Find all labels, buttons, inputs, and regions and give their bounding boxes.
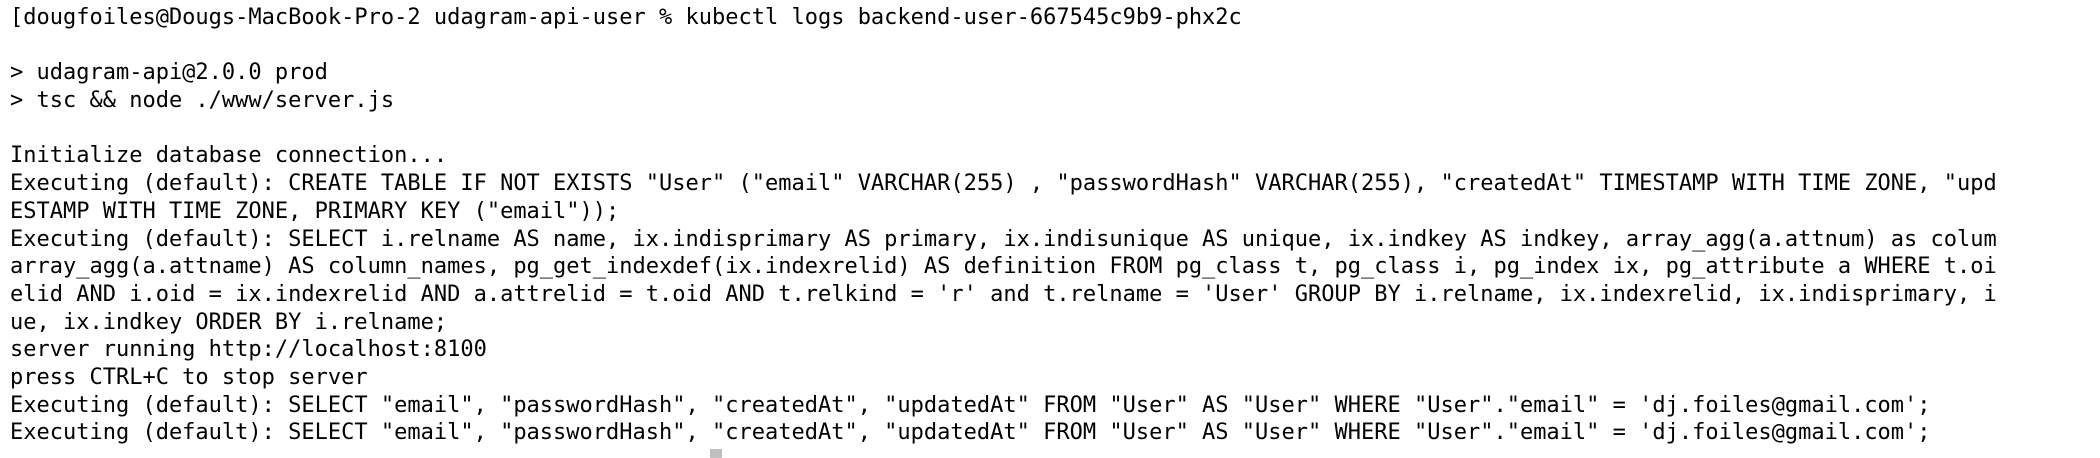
text-cursor [710, 449, 722, 458]
output-line: > tsc && node ./www/server.js [10, 88, 395, 114]
output-line: server running http://localhost:8100 [10, 337, 487, 363]
cursor-line [10, 447, 2100, 458]
output-line: > udagram-api@2.0.0 prod [10, 60, 328, 86]
output-line: Executing (default): SELECT "email", "pa… [10, 420, 1931, 446]
output-line: press CTRL+C to stop server [10, 364, 368, 390]
output-line: Executing (default): CREATE TABLE IF NOT… [10, 171, 1997, 197]
output-line: ESTAMP WITH TIME ZONE, PRIMARY KEY ("ema… [10, 198, 620, 224]
output-line: ue, ix.indkey ORDER BY i.relname; [10, 309, 448, 335]
output-line: elid AND i.oid = ix.indexrelid AND a.att… [10, 281, 1997, 307]
output-line: Executing (default): SELECT "email", "pa… [10, 392, 1931, 418]
prompt-command-line: [dougfoiles@Dougs-MacBook-Pro-2 udagram-… [10, 5, 1242, 30]
output-line: Executing (default): SELECT i.relname AS… [10, 226, 1997, 252]
terminal-window[interactable]: [dougfoiles@Dougs-MacBook-Pro-2 udagram-… [0, 0, 2100, 458]
output-line: array_agg(a.attname) AS column_names, pg… [10, 254, 1997, 280]
output-line: Initialize database connection... [10, 143, 448, 169]
